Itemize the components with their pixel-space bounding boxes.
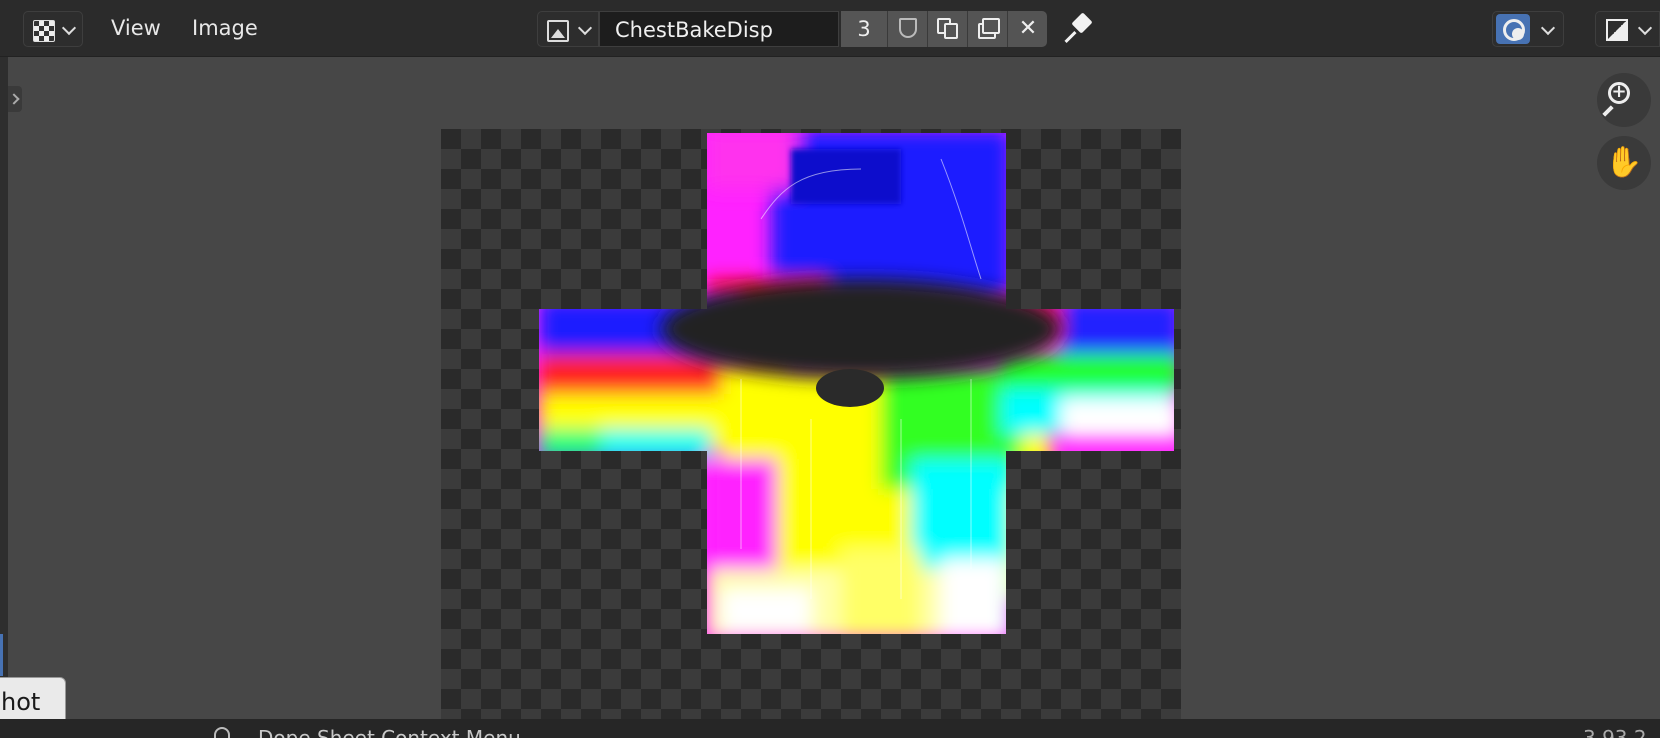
- baked-displacement-texture: [539, 133, 1174, 634]
- open-image-button[interactable]: [967, 11, 1007, 47]
- zoom-gizmo[interactable]: +: [1597, 73, 1651, 127]
- user-count-badge: 3: [841, 11, 887, 47]
- close-icon: ✕: [1018, 16, 1038, 41]
- view-menu[interactable]: View: [111, 16, 161, 40]
- image-name-field[interactable]: ChestBakeDisp: [599, 11, 839, 47]
- viewport-left-edge: [0, 57, 8, 719]
- display-channels-button[interactable]: [1595, 11, 1660, 47]
- chevron-down-icon: [577, 20, 593, 36]
- fake-user-button[interactable]: [887, 11, 927, 47]
- unlink-image-button[interactable]: ✕: [1007, 11, 1047, 47]
- display-channels-icon: [1606, 19, 1628, 41]
- tooltip-text: hot: [1, 688, 41, 716]
- chevron-down-icon: [61, 20, 77, 36]
- shield-icon: [899, 18, 917, 38]
- image-icon: [547, 20, 569, 42]
- pan-gizmo[interactable]: ✋: [1597, 136, 1651, 190]
- browse-image-button[interactable]: [537, 11, 599, 47]
- mouse-icon: [214, 727, 230, 738]
- editor-type-selector[interactable]: [23, 11, 83, 47]
- status-bar: Dope Sheet Context Menu 3.93.2: [0, 719, 1660, 738]
- chevron-down-icon: [1540, 20, 1556, 36]
- image-editor-header: View Image ChestBakeDisp 3 ✕: [0, 0, 1660, 57]
- status-hint: Dope Sheet Context Menu: [258, 726, 521, 738]
- image-editor-checker-icon: [33, 20, 55, 42]
- chevron-down-icon: [1637, 20, 1653, 36]
- hand-icon: ✋: [1605, 145, 1643, 180]
- sidebar-toggle[interactable]: [8, 86, 22, 112]
- new-image-button[interactable]: [927, 11, 967, 47]
- overlay-icon: [1496, 14, 1530, 44]
- version-label: 3.93.2: [1583, 726, 1647, 738]
- image-menu[interactable]: Image: [192, 16, 258, 40]
- overlays-toggle[interactable]: [1492, 11, 1564, 47]
- image-canvas[interactable]: [441, 129, 1181, 721]
- active-region-indicator: [0, 634, 3, 676]
- pin-button[interactable]: [1063, 12, 1097, 45]
